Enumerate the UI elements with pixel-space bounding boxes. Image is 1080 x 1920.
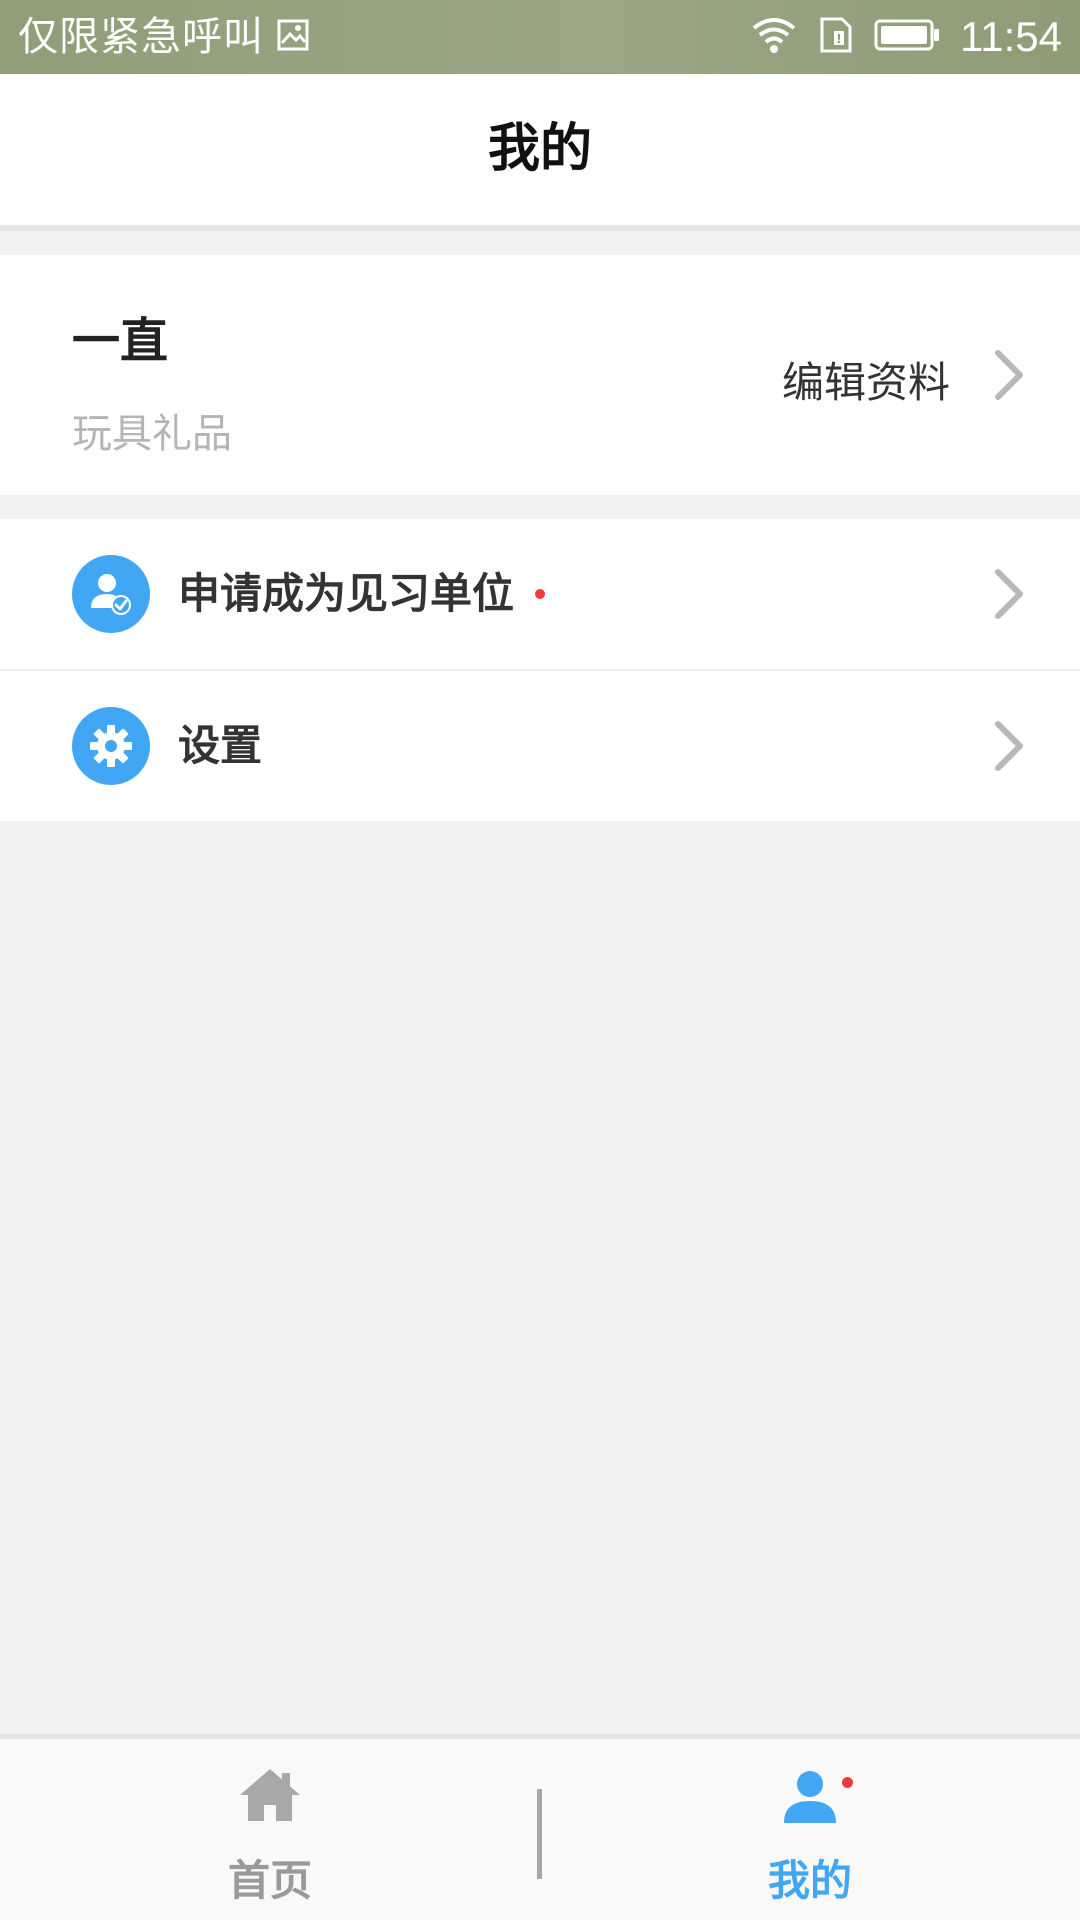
edit-profile-button[interactable]: 编辑资料 xyxy=(782,349,950,410)
menu-item-label: 申请成为见习单位 xyxy=(178,569,515,618)
battery-icon xyxy=(874,18,940,56)
status-right: ! 11:54 xyxy=(750,0,1062,74)
home-icon xyxy=(238,1767,302,1827)
user-check-icon xyxy=(72,555,150,633)
notification-dot xyxy=(535,589,545,599)
gear-icon xyxy=(72,707,150,785)
tab-label: 我的 xyxy=(767,1856,852,1905)
tab-label: 首页 xyxy=(227,1856,312,1905)
chevron-right-icon xyxy=(984,718,1032,774)
tab-home[interactable]: 首页 xyxy=(0,1739,540,1920)
sim-icon: ! xyxy=(818,15,854,59)
status-bar: 仅限紧急呼叫 ! 11:54 xyxy=(0,0,1080,74)
status-left: 仅限紧急呼叫 xyxy=(18,0,310,74)
chevron-right-icon xyxy=(984,347,1032,403)
svg-text:!: ! xyxy=(836,32,841,46)
chevron-right-icon xyxy=(984,566,1032,622)
bottom-tab-bar: 首页 我的 xyxy=(0,1734,1080,1920)
title-bar: 我的 xyxy=(0,74,1080,231)
notification-dot xyxy=(842,1777,853,1788)
carrier-text: 仅限紧急呼叫 xyxy=(18,14,264,60)
page-title: 我的 xyxy=(487,119,592,179)
profile-card[interactable]: 一直 玩具礼品 编辑资料 xyxy=(0,255,1080,495)
wifi-icon xyxy=(750,16,798,58)
profile-subtitle: 玩具礼品 xyxy=(72,411,232,457)
menu-item-label: 设置 xyxy=(178,721,263,770)
menu-item-settings[interactable]: 设置 xyxy=(0,671,1080,821)
menu-item-apply-trainee-unit[interactable]: 申请成为见习单位 xyxy=(0,519,1080,669)
image-icon xyxy=(276,18,310,56)
clock: 11:54 xyxy=(960,13,1062,60)
profile-name: 一直 xyxy=(72,313,169,369)
user-icon xyxy=(780,1769,840,1829)
tab-mine[interactable]: 我的 xyxy=(540,1739,1080,1920)
